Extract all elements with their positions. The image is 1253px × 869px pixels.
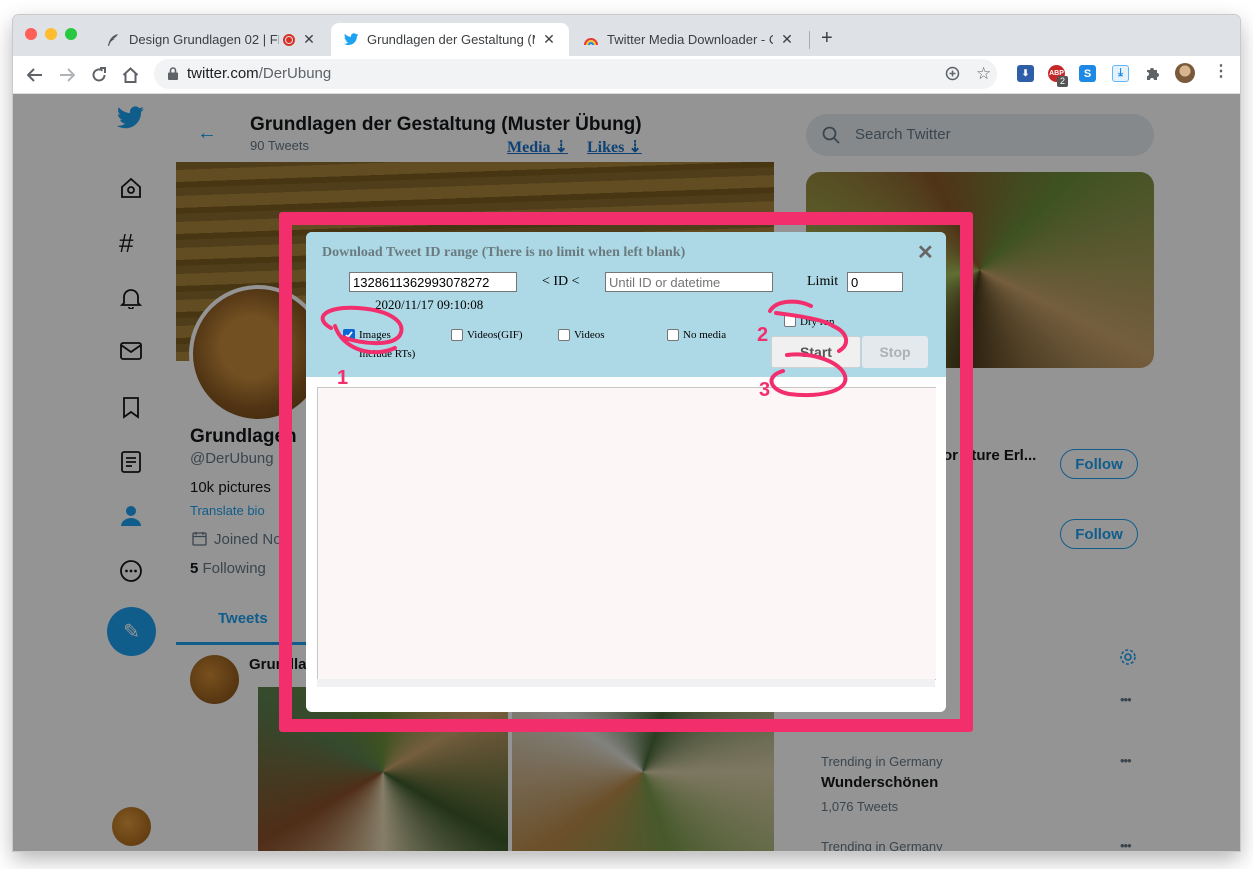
quill-icon (105, 32, 121, 48)
save-ext-icon[interactable]: ⤓ (1112, 65, 1129, 82)
tab-title: Grundlagen der Gestaltung (Mu (367, 32, 535, 47)
tab-strip: Design Grundlagen 02 | FH ✕ Grundlagen d… (13, 15, 1240, 56)
annotation-number-3: 3 (759, 379, 771, 401)
home-icon[interactable] (120, 65, 140, 85)
lock-icon (168, 67, 178, 85)
annotation-number-2: 2 (757, 324, 769, 346)
zoom-window-button[interactable] (65, 28, 77, 40)
tab-title: Twitter Media Downloader - Ch (607, 32, 773, 47)
minimize-window-button[interactable] (45, 28, 57, 40)
twitter-page: # ✎ ← Grundlagen der Gestaltung (Muster … (13, 94, 1240, 851)
tab-design-grundlagen[interactable]: Design Grundlagen 02 | FH ✕ (93, 23, 329, 56)
add-circle-icon[interactable] (945, 66, 960, 86)
browser-menu-icon[interactable]: ⋮ (1213, 64, 1229, 80)
annotation-number-1: 1 (337, 367, 349, 389)
url-host: twitter.com (187, 65, 259, 82)
close-tab-icon[interactable]: ✕ (779, 31, 795, 48)
forward-icon[interactable] (57, 65, 77, 85)
close-tab-icon[interactable]: ✕ (301, 31, 317, 48)
browser-toolbar: twitter.com/DerUbung ☆ ⬇ ABP 2 S ⤓ ⋮ (13, 56, 1240, 94)
url-text: twitter.com/DerUbung (187, 65, 331, 82)
adblock-badge: 2 (1057, 76, 1069, 87)
reload-icon[interactable] (89, 65, 109, 85)
back-icon[interactable] (25, 65, 45, 85)
url-path: /DerUbung (258, 65, 332, 82)
profile-avatar[interactable] (1175, 63, 1195, 83)
twitter-bird-icon (343, 32, 359, 48)
tab-grundlagen-gestaltung[interactable]: Grundlagen der Gestaltung (Mu ✕ (331, 23, 569, 56)
new-tab-icon[interactable]: + (821, 28, 833, 48)
tab-twitter-media-downloader[interactable]: Twitter Media Downloader - Ch ✕ (571, 23, 807, 56)
s-ext-icon[interactable]: S (1079, 65, 1096, 82)
extensions-puzzle-icon[interactable] (1145, 65, 1161, 86)
address-bar[interactable]: twitter.com/DerUbung ☆ (154, 59, 997, 89)
close-tab-icon[interactable]: ✕ (541, 31, 557, 48)
download-ext-icon[interactable]: ⬇ (1017, 65, 1034, 82)
tab-title: Design Grundlagen 02 | FH (129, 32, 279, 47)
close-window-button[interactable] (25, 28, 37, 40)
recording-icon (283, 33, 295, 46)
annotation-marks (320, 299, 849, 397)
rainbow-icon (583, 32, 599, 48)
bookmark-star-icon[interactable]: ☆ (976, 64, 991, 84)
tab-separator (809, 31, 810, 49)
browser-window: Design Grundlagen 02 | FH ✕ Grundlagen d… (13, 15, 1240, 851)
